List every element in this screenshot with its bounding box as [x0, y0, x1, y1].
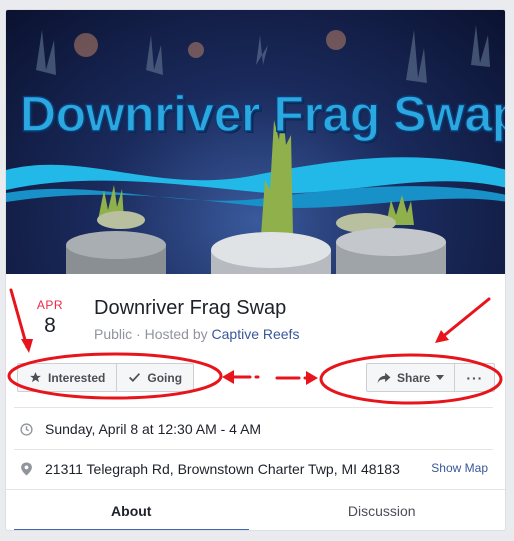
going-button[interactable]: Going: [116, 364, 193, 391]
share-label: Share: [397, 370, 431, 385]
location-pin-icon: [21, 462, 32, 476]
event-card: Downriver Frag Swap APR 8 Downriver Frag…: [5, 9, 506, 531]
interested-label: Interested: [48, 370, 106, 385]
event-date-badge: APR 8: [32, 298, 68, 338]
section-divider: [14, 449, 493, 450]
cover-title-text: Downriver Frag Swap: [19, 85, 506, 142]
section-divider: [14, 407, 493, 408]
show-map-link[interactable]: Show Map: [431, 461, 488, 475]
hosted-by-text: · Hosted by: [132, 326, 212, 342]
more-options-label: ···: [466, 369, 484, 386]
caret-down-icon: [436, 375, 445, 380]
event-meta: Public · Hosted by Captive Reefs: [94, 326, 299, 342]
event-cover-image[interactable]: Downriver Frag Swap: [6, 10, 506, 274]
tab-about[interactable]: About: [6, 490, 257, 530]
event-address[interactable]: 21311 Telegraph Rd, Brownstown Charter T…: [45, 461, 400, 477]
clock-icon: [20, 422, 33, 436]
rsvp-button-group: Interested Going: [17, 363, 195, 392]
star-icon: [30, 372, 41, 383]
checkmark-icon: [129, 373, 141, 383]
share-button[interactable]: Share: [367, 364, 454, 391]
event-month: APR: [36, 298, 64, 312]
event-datetime-row: Sunday, April 8 at 12:30 AM - 4 AM: [20, 421, 261, 437]
event-tabs: About Discussion: [6, 489, 506, 530]
event-day: 8: [44, 314, 56, 337]
more-options-button[interactable]: ···: [454, 364, 494, 391]
event-location-row: 21311 Telegraph Rd, Brownstown Charter T…: [20, 461, 400, 477]
share-arrow-icon: [377, 372, 391, 383]
event-title: Downriver Frag Swap: [94, 297, 287, 319]
tab-discussion[interactable]: Discussion: [257, 490, 506, 530]
interested-button[interactable]: Interested: [18, 364, 116, 391]
event-privacy: Public: [94, 326, 133, 342]
event-datetime: Sunday, April 8 at 12:30 AM - 4 AM: [45, 421, 262, 437]
share-button-group: Share ···: [366, 363, 496, 392]
going-label: Going: [147, 370, 183, 385]
host-link[interactable]: Captive Reefs: [212, 326, 300, 342]
